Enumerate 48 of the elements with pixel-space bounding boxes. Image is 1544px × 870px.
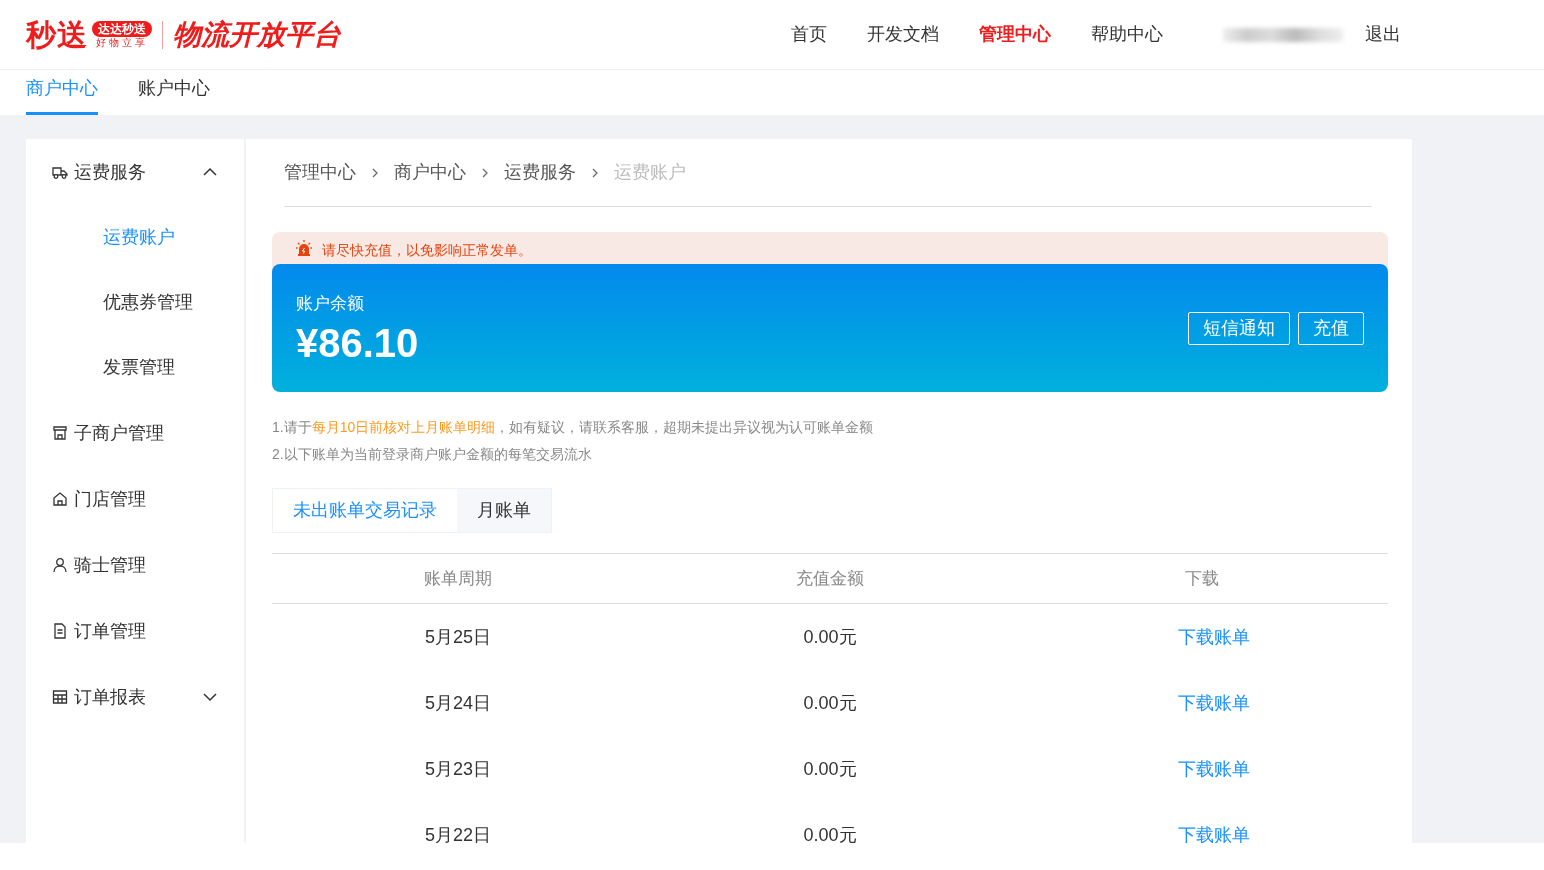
truck-icon [52, 164, 68, 180]
sidebar-item[interactable]: 订单管理 [26, 598, 244, 664]
house-icon [52, 491, 68, 507]
table-cell: 0.00元 [803, 824, 857, 845]
nav-link[interactable]: 首页 [791, 21, 827, 48]
table-cell: 0.00元 [803, 626, 857, 647]
table-cell: 5月22日 [424, 824, 491, 845]
brand-logo: 秒送 [26, 17, 88, 53]
logout-link[interactable]: 退出 [1365, 21, 1401, 48]
nav-link[interactable]: 开发文档 [867, 21, 939, 48]
nav-link[interactable]: 管理中心 [979, 21, 1051, 48]
chevron-right-icon [590, 167, 600, 178]
sidebar-item[interactable]: 门店管理 [26, 466, 244, 532]
shop-icon [52, 425, 68, 441]
table-cell: 5月24日 [424, 692, 491, 713]
column-header: 账单周期 [424, 568, 492, 588]
chevron-right-icon [480, 167, 490, 178]
balance-amount: ¥86.10 [296, 320, 419, 365]
note-text: 1.请于每月10日前核对上月账单明细，如有疑议，请联系客服，超期未提出异议视为认可账单金额 [272, 418, 875, 437]
column-header: 充值金额 [796, 568, 864, 588]
table-icon [52, 689, 68, 705]
table-cell: 5月23日 [424, 758, 491, 779]
chevron-right-icon [370, 167, 380, 178]
breadcrumb-item[interactable]: 商户中心 [394, 159, 466, 186]
nav-link[interactable]: 帮助中心 [1091, 21, 1163, 48]
column-header: 下载 [1185, 568, 1219, 588]
breadcrumb-item[interactable]: 管理中心 [284, 159, 356, 186]
document-icon [52, 623, 68, 639]
sidebar-item[interactable]: 发票管理 [26, 335, 244, 400]
platform-title: 物流开放平台 [173, 17, 341, 52]
table-cell: 5月25日 [424, 626, 491, 647]
sidebar-item[interactable]: 优惠券管理 [26, 270, 244, 335]
breadcrumb-item[interactable]: 运费服务 [504, 159, 576, 186]
sidebar-item[interactable]: 运费服务 [26, 139, 244, 205]
tab[interactable]: 账户中心 [138, 67, 210, 115]
person-icon [52, 557, 68, 573]
logo-badge: 达达秒送 [92, 21, 152, 37]
table-cell: 0.00元 [803, 692, 857, 713]
alarm-icon [296, 240, 312, 256]
logo-slogan: 好物立享 [96, 38, 148, 48]
note-text: 2.以下账单为当前登录商户账户金额的每笔交易流水 [272, 445, 593, 464]
table-cell: 0.00元 [803, 758, 857, 779]
alert-text: 请尽快充值，以免影响正常发单。 [322, 241, 532, 260]
breadcrumb-item: 运费账户 [614, 161, 686, 184]
sidebar-item[interactable]: 骑士管理 [26, 532, 244, 598]
balance-label: 账户余额 [296, 293, 365, 316]
sidebar-item[interactable]: 子商户管理 [26, 400, 244, 466]
sidebar-item[interactable]: 订单报表 [26, 664, 244, 730]
